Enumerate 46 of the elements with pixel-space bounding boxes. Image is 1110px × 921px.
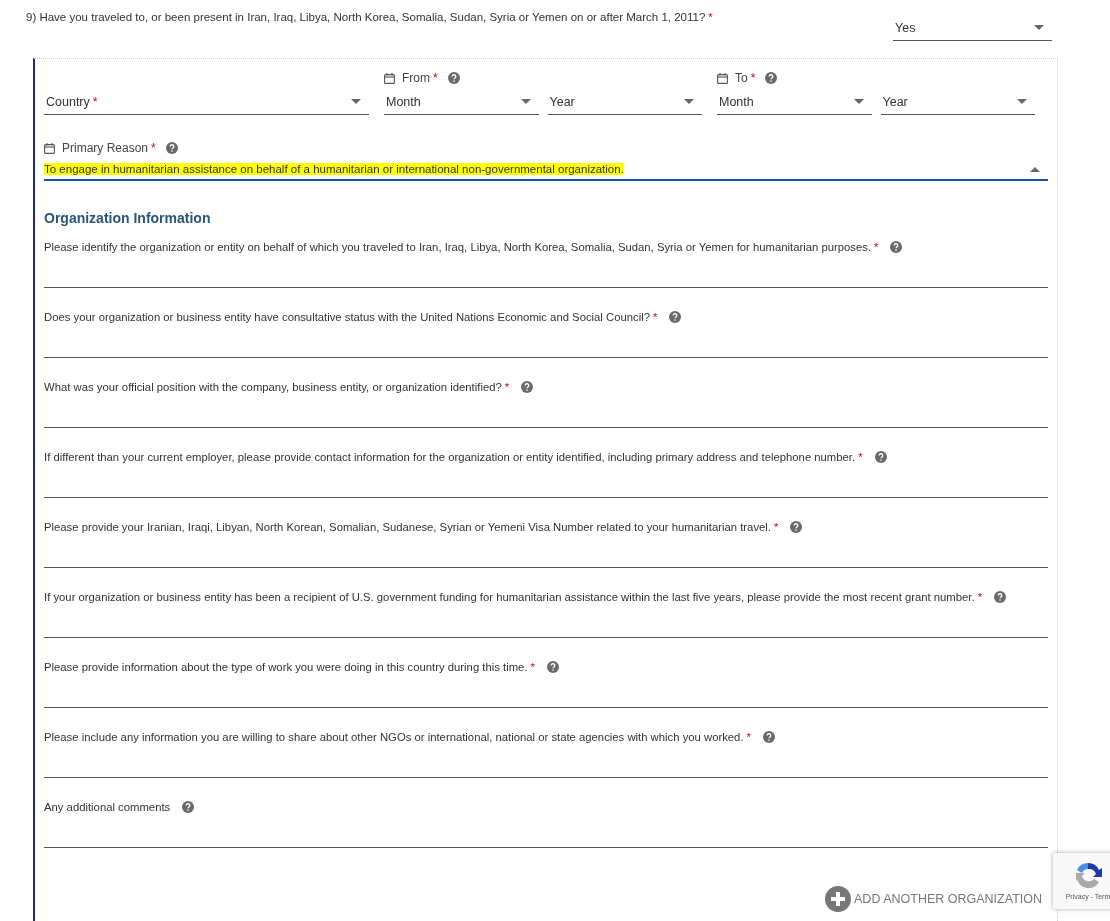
- help-icon[interactable]: [165, 142, 178, 154]
- question-label: Any additional comments: [44, 800, 171, 815]
- caret-icon: [1030, 166, 1040, 172]
- calendar-icon: [44, 142, 55, 154]
- question-label: Does your organization or business entity have consultative status with the United Nations Economic and Social Council? *: [44, 310, 658, 325]
- plus-icon: [825, 886, 851, 912]
- question-text: 9) Have you traveled to, or been present in Iran, Iraq, Libya, North Korea, Somalia, Sudan, Syria or Yemen on or after March 1, 2011? *: [26, 11, 713, 23]
- question-label: Please provide information about the type of work you were doing in this country during this time. *: [44, 660, 535, 675]
- question-label: Please include any information you are willing to share about other NGOs or international, national or state agencies with which you worked. *: [44, 730, 751, 745]
- month-select[interactable]: Month: [717, 89, 872, 115]
- help-icon[interactable]: [546, 661, 559, 673]
- section-heading: Organization Information: [44, 209, 212, 227]
- caret-icon: [1034, 25, 1044, 30]
- caret-icon: [684, 99, 694, 104]
- help-icon[interactable]: [765, 72, 778, 84]
- field-label: To *: [735, 71, 756, 85]
- calendar-icon: [717, 72, 728, 84]
- caret-icon: [520, 99, 531, 104]
- caret-icon: [1017, 99, 1027, 104]
- question-label: Please provide your Iranian, Iraqi, Libyan, North Korean, Somalian, Sudanese, Syrian or Yemeni Visa Number related to your humanitarian travel. *: [44, 520, 779, 535]
- add-organization-button[interactable]: ADD ANOTHER ORGANIZATION: [825, 886, 1042, 912]
- question-label: If your organization or business entity has been a recipient of U.S. government funding for humanitarian assistance within the last five years, please provide the most recent grant number. *: [44, 590, 983, 605]
- help-icon[interactable]: [669, 311, 682, 323]
- month-select[interactable]: Month: [384, 89, 539, 115]
- question-label: Please identify the organization or entity on behalf of which you traveled to Iran, Iraq, Libya, North Korea, Somalia, Sudan, Syria or Yemen for humanitarian purposes. *: [44, 240, 879, 255]
- help-icon[interactable]: [762, 731, 775, 743]
- help-icon[interactable]: [874, 451, 887, 463]
- answer-select[interactable]: Yes: [893, 15, 1052, 41]
- recaptcha-logo-icon: [1073, 861, 1103, 889]
- year-select[interactable]: Year: [547, 89, 702, 115]
- help-icon[interactable]: [447, 72, 460, 84]
- field-label: Primary Reason *: [62, 141, 156, 155]
- help-icon[interactable]: [994, 591, 1007, 603]
- field-label: From *: [402, 71, 438, 85]
- help-icon[interactable]: [521, 381, 534, 393]
- caret-icon: [351, 99, 361, 104]
- question-label: If different than your current employer, please provide contact information for the organization or entity identified, including primary address and telephone number. *: [44, 450, 863, 465]
- caret-icon: [853, 99, 864, 104]
- country-select[interactable]: Country *: [44, 89, 369, 115]
- help-icon[interactable]: [790, 521, 803, 533]
- primary-reason-select[interactable]: To engage in humanitarian assistance on behalf of a humanitarian or international non-governmental organization.: [44, 159, 1048, 181]
- help-icon[interactable]: [182, 801, 195, 813]
- question-label: What was your official position with the company, business entity, or organization identified? *: [44, 380, 510, 395]
- help-icon[interactable]: [890, 241, 903, 253]
- year-select[interactable]: Year: [880, 89, 1035, 115]
- calendar-icon: [384, 72, 395, 84]
